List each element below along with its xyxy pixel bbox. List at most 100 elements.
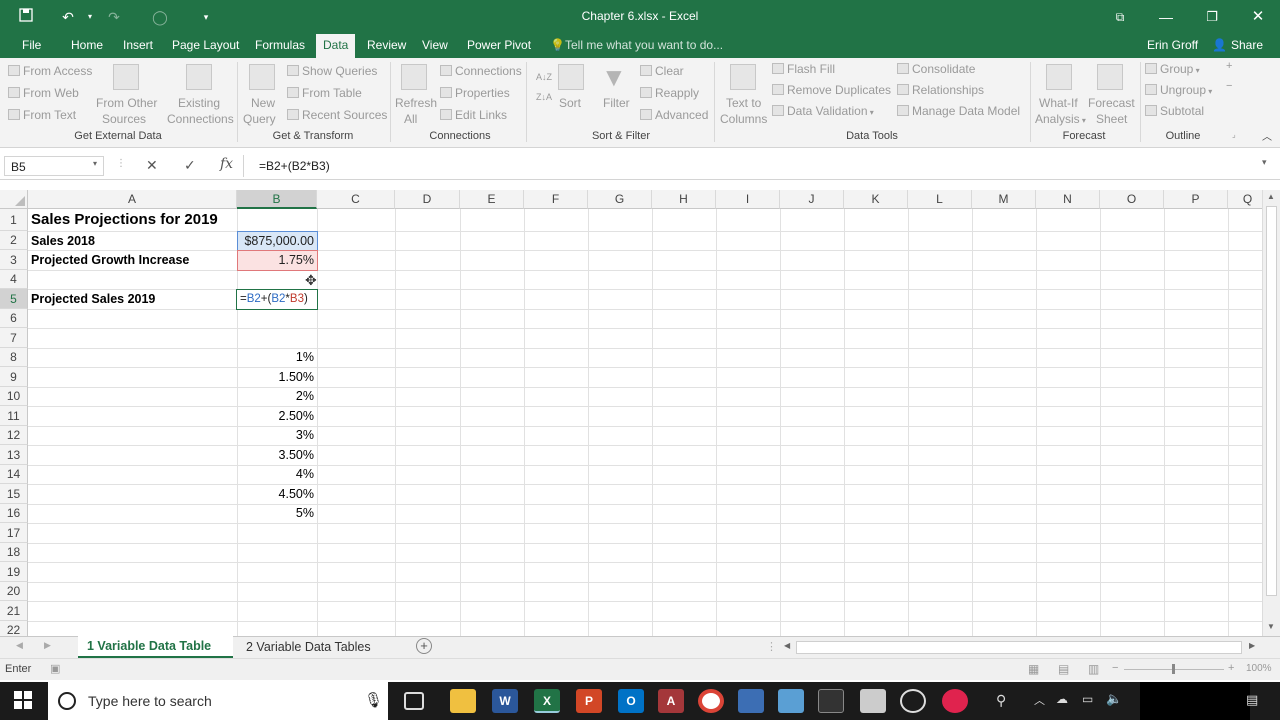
cell-a3[interactable]: Projected Growth Increase — [31, 253, 189, 267]
share-button[interactable]: Share — [1231, 38, 1263, 52]
show-queries-button[interactable]: Show Queries — [287, 64, 377, 78]
zoom-level[interactable]: 100% — [1246, 663, 1272, 674]
new-query-button[interactable]: New — [251, 96, 275, 110]
sort-button[interactable]: Sort — [559, 96, 581, 110]
tray-app-icon[interactable]: ☁ — [1056, 692, 1068, 706]
file-explorer-icon[interactable] — [450, 689, 476, 713]
row-header-19[interactable]: 19 — [0, 562, 28, 582]
page-layout-view-icon[interactable]: ▤ — [1058, 662, 1069, 676]
column-header-f[interactable]: F — [524, 190, 588, 209]
tab-formulas[interactable]: Formulas — [255, 38, 305, 52]
column-header-q[interactable]: Q — [1228, 190, 1262, 209]
ungroup-button[interactable]: Ungroup ▾ — [1145, 83, 1212, 97]
new-sheet-icon[interactable]: + — [416, 638, 432, 654]
subtotal-button[interactable]: Subtotal — [1145, 104, 1204, 118]
data-validation-button[interactable]: Data Validation ▾ — [772, 104, 874, 118]
from-table-button[interactable]: From Table — [287, 86, 362, 100]
worksheet-grid[interactable]: A B C D E F G H I J K L M N O P Q 1 2 3 … — [0, 190, 1262, 636]
tell-me-box[interactable]: Tell me what you want to do... — [565, 38, 723, 52]
vertical-scroll-thumb[interactable] — [1266, 206, 1277, 596]
row-header-6[interactable]: 6 — [0, 309, 28, 328]
row-header-8[interactable]: 8 — [0, 348, 28, 367]
what-if-analysis-button[interactable]: What-If — [1039, 96, 1078, 110]
cell-a2[interactable]: Sales 2018 — [31, 234, 95, 248]
tab-file[interactable]: File — [22, 38, 41, 52]
cell-b15[interactable]: 4.50% — [237, 487, 314, 501]
cell-a5[interactable]: Projected Sales 2019 — [31, 292, 155, 306]
windows-start-icon[interactable] — [14, 691, 32, 712]
volume-icon[interactable]: 🔈 — [1106, 691, 1122, 707]
column-header-n[interactable]: N — [1036, 190, 1100, 209]
row-header-4[interactable]: 4 — [0, 270, 28, 289]
recent-sources-button[interactable]: Recent Sources — [287, 108, 387, 122]
cell-b8[interactable]: 1% — [237, 350, 314, 364]
advanced-button[interactable]: Advanced — [640, 108, 708, 122]
word-icon[interactable]: W — [492, 689, 518, 713]
insert-function-icon[interactable]: fx — [220, 156, 233, 172]
hide-detail-icon[interactable]: − — [1226, 80, 1232, 92]
cell-b11[interactable]: 2.50% — [237, 409, 314, 423]
clock-area[interactable] — [1140, 682, 1250, 720]
formula-input[interactable]: =B2+(B2*B3) — [259, 159, 330, 173]
row-header-7[interactable]: 7 — [0, 328, 28, 348]
edit-links-button[interactable]: Edit Links — [440, 108, 507, 122]
outline-dialog-launcher-icon[interactable]: ⌟ — [1232, 130, 1236, 139]
connections-button[interactable]: Connections — [440, 64, 522, 78]
collapse-ribbon-icon[interactable]: ︿ — [1262, 128, 1272, 143]
forecast-sheet-button[interactable]: Forecast — [1088, 96, 1135, 110]
sheet-scroll-left-icon[interactable]: ◀ — [16, 640, 23, 651]
row-header-16[interactable]: 16 — [0, 504, 28, 523]
tab-insert[interactable]: Insert — [123, 38, 153, 52]
from-access-button[interactable]: From Access — [8, 64, 92, 78]
sheet-tab-1[interactable]: 1 Variable Data Table — [78, 636, 233, 658]
manage-data-model-button[interactable]: Manage Data Model — [897, 104, 1020, 118]
from-web-button[interactable]: From Web — [8, 86, 79, 100]
zoom-out-icon[interactable]: − — [1112, 662, 1118, 674]
normal-view-icon[interactable]: ▦ — [1028, 662, 1039, 676]
task-view-icon[interactable] — [404, 692, 424, 710]
row-header-5[interactable]: 5 — [0, 289, 28, 309]
enter-check-icon[interactable]: ✓ — [184, 157, 196, 174]
network-icon[interactable]: ▭ — [1082, 692, 1093, 706]
row-header-10[interactable]: 10 — [0, 387, 28, 406]
cell-b12[interactable]: 3% — [237, 428, 314, 442]
sort-descending-icon[interactable]: Z↓A — [536, 92, 552, 102]
hscroll-right-icon[interactable]: ▶ — [1249, 641, 1255, 650]
remove-duplicates-button[interactable]: Remove Duplicates — [772, 83, 891, 97]
row-header-2[interactable]: 2 — [0, 231, 28, 250]
sheet-tab-2[interactable]: 2 Variable Data Tables — [246, 640, 371, 654]
expand-formula-bar-icon[interactable]: ▾ — [1262, 157, 1267, 168]
reapply-button[interactable]: Reapply — [640, 86, 699, 100]
sort-ascending-icon[interactable]: A↓Z — [536, 72, 552, 82]
cell-a1[interactable]: Sales Projections for 2019 — [31, 211, 218, 228]
show-detail-icon[interactable]: + — [1226, 60, 1232, 72]
column-header-d[interactable]: D — [395, 190, 460, 209]
existing-connections-button[interactable]: Existing — [178, 96, 220, 110]
tab-home[interactable]: Home — [71, 38, 103, 52]
select-all-corner[interactable] — [0, 190, 28, 209]
tab-page-layout[interactable]: Page Layout — [172, 38, 239, 52]
scroll-down-icon[interactable]: ▼ — [1267, 622, 1275, 631]
vertical-scrollbar[interactable]: ▲ ▼ — [1262, 190, 1280, 636]
row-header-12[interactable]: 12 — [0, 426, 28, 445]
tab-data[interactable]: Data — [316, 34, 356, 58]
cell-b16[interactable]: 5% — [237, 506, 314, 520]
column-header-g[interactable]: G — [588, 190, 652, 209]
row-header-14[interactable]: 14 — [0, 465, 28, 484]
cell-b5-editing[interactable]: =B2+(B2*B3) — [236, 289, 318, 310]
column-header-b[interactable]: B — [237, 190, 317, 209]
terminal-icon[interactable] — [818, 689, 844, 713]
cell-b2[interactable]: $875,000.00 — [237, 231, 318, 251]
close-icon[interactable]: ✕ — [1248, 7, 1268, 27]
column-header-l[interactable]: L — [908, 190, 972, 209]
app-icon[interactable] — [778, 689, 804, 713]
chrome-icon[interactable] — [698, 689, 724, 713]
app-icon[interactable] — [942, 689, 968, 713]
cell-b10[interactable]: 2% — [237, 389, 314, 403]
clear-button[interactable]: Clear — [640, 64, 684, 78]
column-header-i[interactable]: I — [716, 190, 780, 209]
column-header-a[interactable]: A — [28, 190, 237, 209]
people-icon[interactable]: ⚲ — [996, 692, 1006, 709]
cell-b13[interactable]: 3.50% — [237, 448, 314, 462]
excel-icon[interactable]: X — [534, 689, 560, 713]
